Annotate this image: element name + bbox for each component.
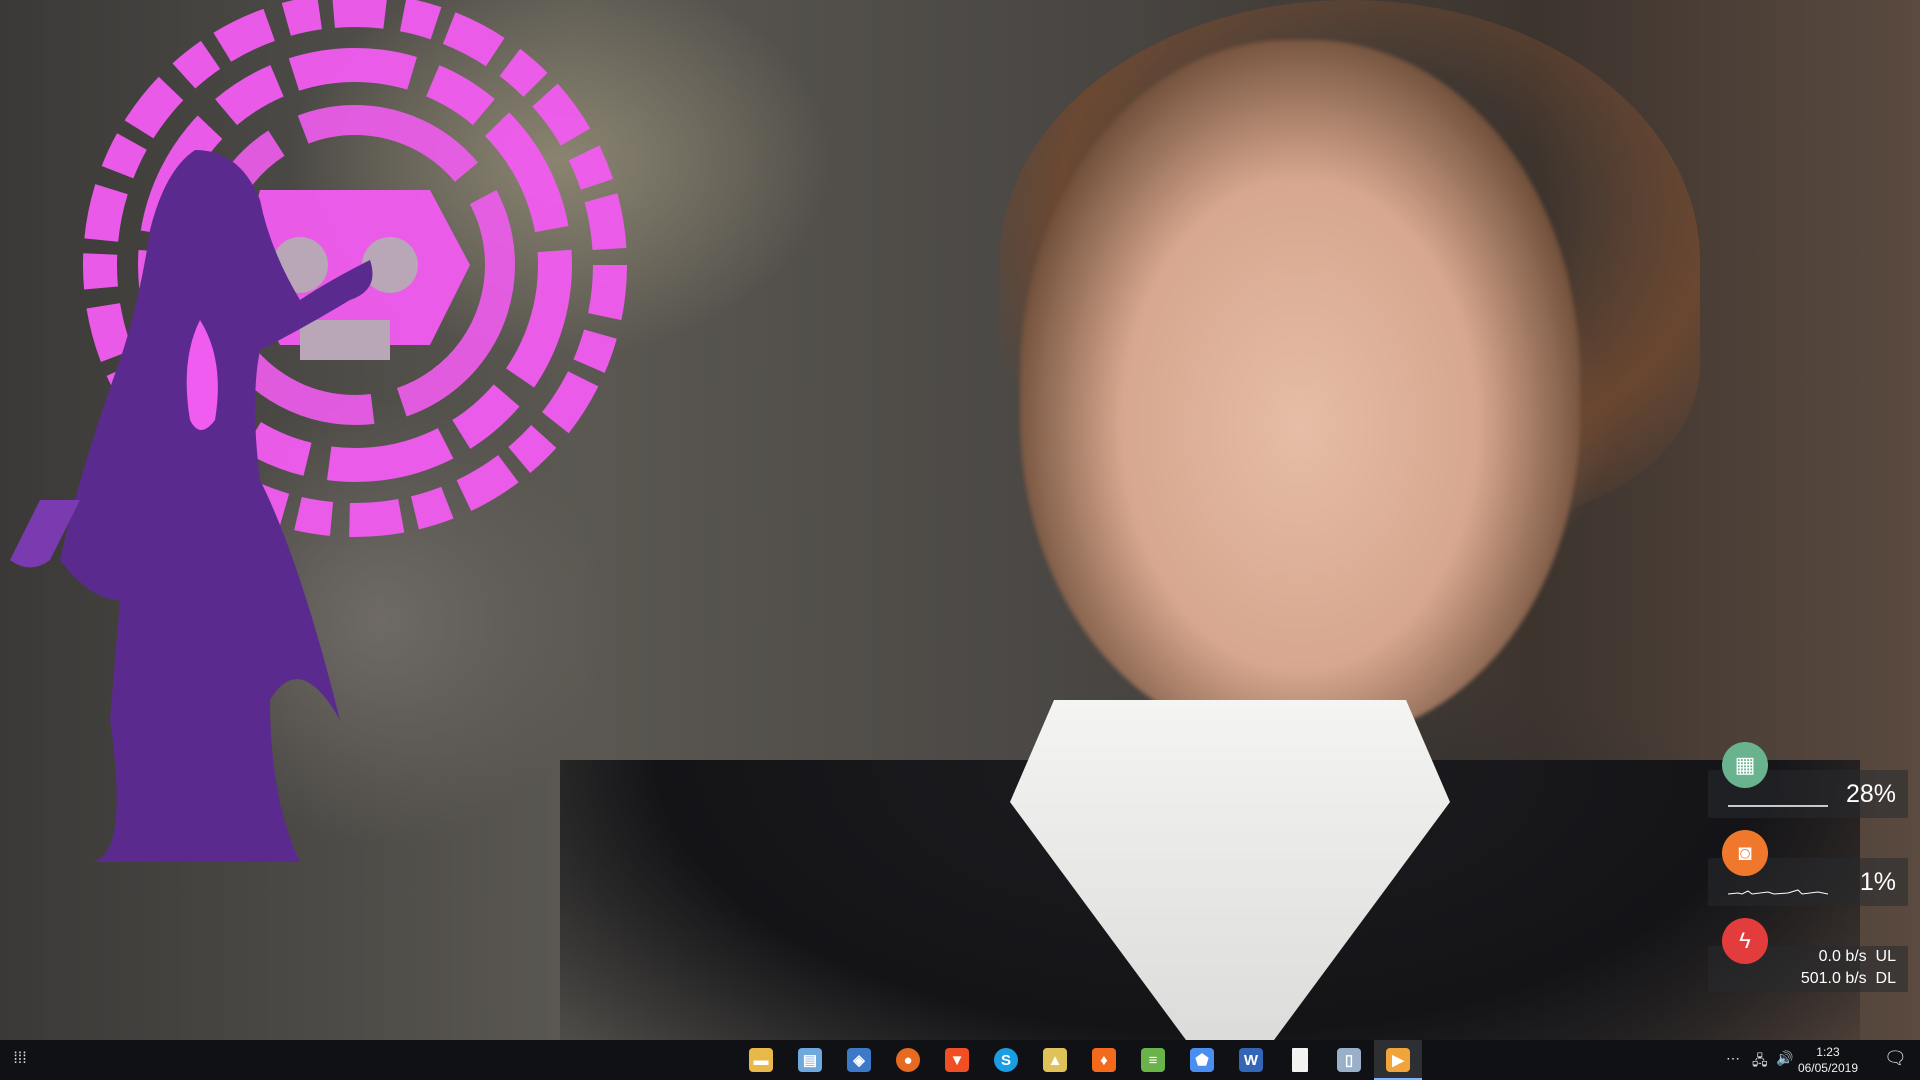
media-play-icon: ▶ xyxy=(1386,1048,1410,1072)
cpu-icon: ◙ xyxy=(1722,830,1768,876)
flame-icon: ♦ xyxy=(1092,1048,1116,1072)
taskbar: ⁞⁞⁞ ▬ ▤ ◈ ● ▼ S ▲ ♦ ≡ ⬟ W ▯ ▶ ⋯ 🖧 🔊 1:23… xyxy=(0,1040,1920,1080)
folder-icon: ▬ xyxy=(749,1048,773,1072)
ram-usage-value: 28% xyxy=(1845,780,1896,808)
system-clock[interactable]: 1:23 06/05/2019 xyxy=(1798,1044,1858,1076)
speaker-icon[interactable]: 🔊 xyxy=(1776,1050,1793,1067)
book-stack-icon: ≡ xyxy=(1141,1048,1165,1072)
taskbar-app-fire-app[interactable]: ♦ xyxy=(1080,1040,1128,1080)
skype-icon: S xyxy=(994,1048,1018,1072)
taskbar-app-shape-app[interactable]: ⬟ xyxy=(1178,1040,1226,1080)
download-value: 501.0 b/s xyxy=(1800,970,1867,987)
cpu-usage-value: 1% xyxy=(1859,868,1896,896)
upload-rate: 0.0 b/s UL xyxy=(1819,948,1896,966)
w-letter-icon: W xyxy=(1239,1048,1263,1072)
cpu-usage-graph xyxy=(1728,889,1828,895)
network-monitor-widget: ϟ 0.0 b/s UL 501.0 b/s DL xyxy=(1708,918,1908,992)
taskbar-app-writer[interactable]: W xyxy=(1227,1040,1275,1080)
taskbar-app-usb-app[interactable]: ▯ xyxy=(1325,1040,1373,1080)
network-icon[interactable]: 🖧 xyxy=(1752,1050,1768,1074)
ram-chip-icon: ▦ xyxy=(1722,742,1768,788)
download-rate: 501.0 b/s DL xyxy=(1801,970,1896,988)
cube-icon: ◈ xyxy=(847,1048,871,1072)
brave-lion-icon: ▼ xyxy=(945,1048,969,1072)
taskbar-app-image-viewer[interactable]: ▲ xyxy=(1031,1040,1079,1080)
clock-date: 06/05/2019 xyxy=(1797,1061,1858,1075)
start-grid-icon[interactable]: ⁞⁞⁞ xyxy=(10,1050,30,1070)
document-icon xyxy=(1292,1048,1308,1072)
picture-icon: ▲ xyxy=(1043,1048,1067,1072)
portrait-face xyxy=(1020,40,1580,740)
taskbar-app-brave[interactable]: ▼ xyxy=(933,1040,981,1080)
upload-value: 0.0 b/s xyxy=(1818,948,1867,965)
taskbar-app-book-app[interactable]: ≡ xyxy=(1129,1040,1177,1080)
polygon-icon: ⬟ xyxy=(1190,1048,1214,1072)
taskbar-app-virtualbox[interactable]: ◈ xyxy=(835,1040,883,1080)
taskbar-app-notepad-tool[interactable]: ▤ xyxy=(786,1040,834,1080)
download-label: DL xyxy=(1875,970,1896,987)
upload-label: UL xyxy=(1875,948,1896,965)
notification-icon[interactable]: 🗨 xyxy=(1884,1048,1907,1070)
firefox-icon: ● xyxy=(896,1048,920,1072)
taskbar-app-blank-doc[interactable] xyxy=(1276,1040,1324,1080)
sombra-emblem-art xyxy=(10,0,627,862)
taskbar-app-firefox[interactable]: ● xyxy=(884,1040,932,1080)
taskbar-app-skype[interactable]: S xyxy=(982,1040,1030,1080)
cpu-monitor-widget: ◙ 1% xyxy=(1708,830,1908,906)
ram-usage-graph xyxy=(1728,805,1828,807)
notebook-icon: ▤ xyxy=(798,1048,822,1072)
ellipsis-icon[interactable]: ⋯ xyxy=(1726,1050,1740,1067)
lightning-icon: ϟ xyxy=(1722,918,1768,964)
usb-drive-icon: ▯ xyxy=(1337,1048,1361,1072)
ram-monitor-widget: ▦ 28% xyxy=(1708,742,1908,818)
clock-time: 1:23 xyxy=(1816,1045,1840,1059)
taskbar-app-file-explorer[interactable]: ▬ xyxy=(737,1040,785,1080)
taskbar-app-media-player[interactable]: ▶ xyxy=(1374,1040,1422,1080)
